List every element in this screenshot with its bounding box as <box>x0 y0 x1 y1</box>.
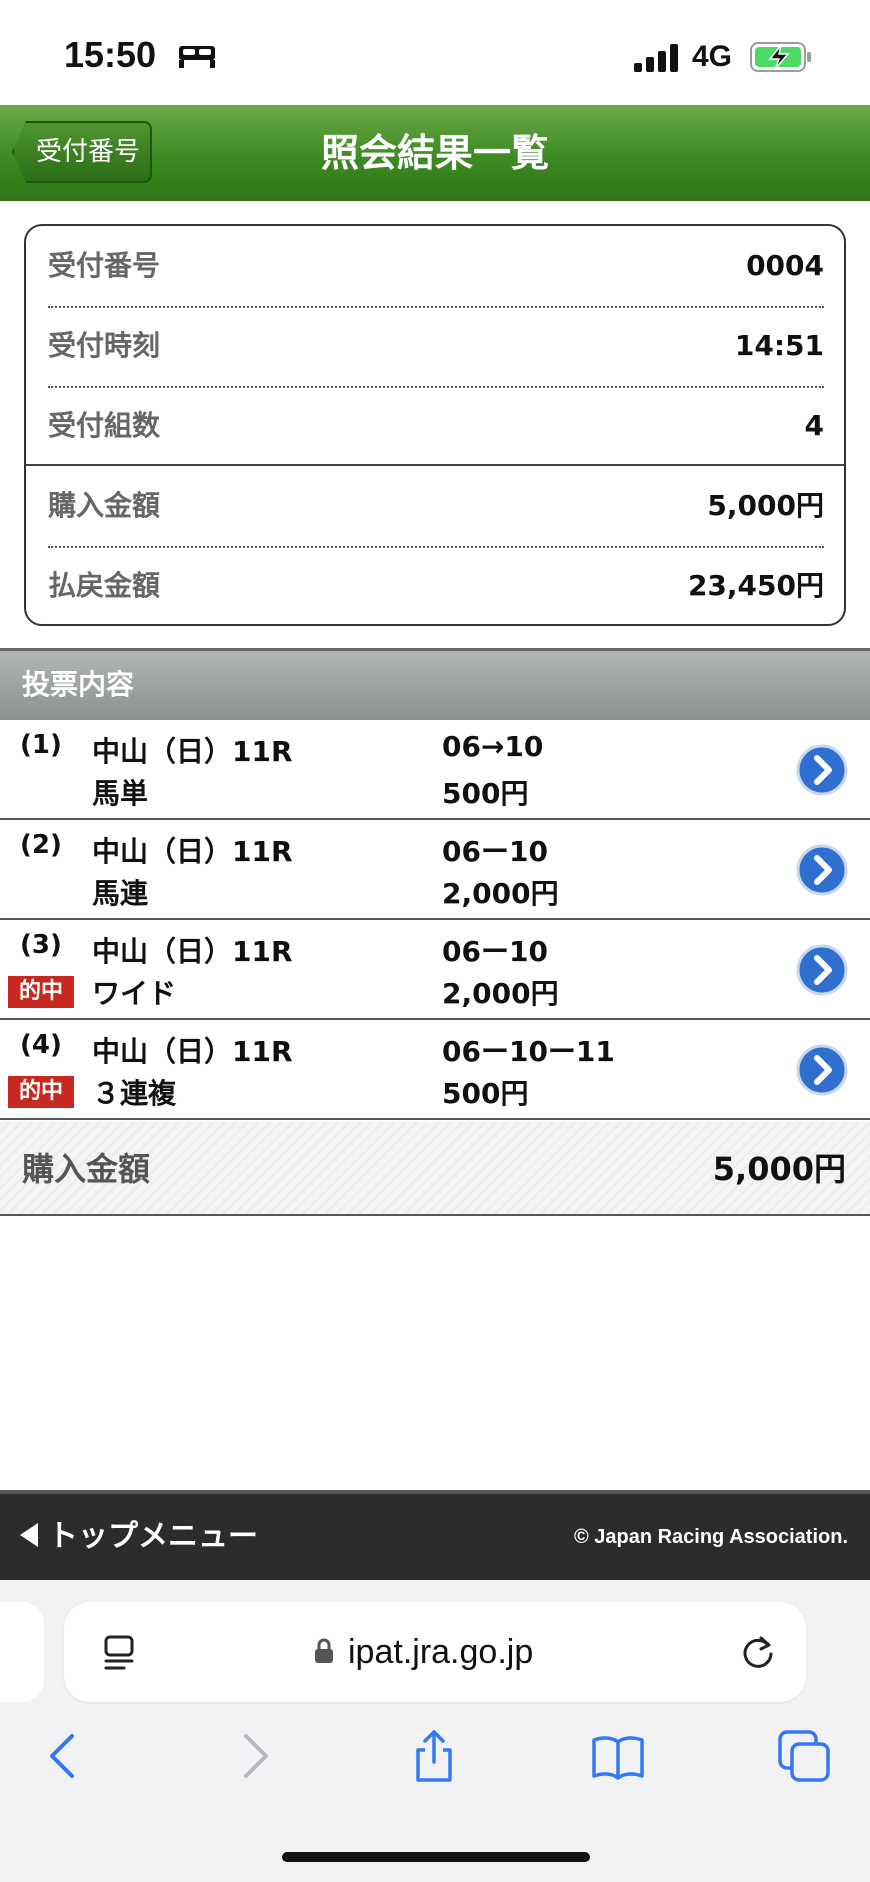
summary-value: 0004 <box>746 249 824 282</box>
back-button[interactable]: 受付番号 <box>12 121 152 183</box>
signal-icon <box>634 44 678 72</box>
total-value: 5,000円 <box>712 1150 846 1188</box>
summary-label: 受付番号 <box>48 249 161 282</box>
copyright: © Japan Racing Association. <box>573 1526 848 1548</box>
vote-combination: 06ー10ー11 <box>442 1035 615 1068</box>
vote-item[interactable]: (1) 中山（日）11R 馬単 06→10 500円 <box>0 720 870 820</box>
address-bar[interactable]: ipat.jra.go.jp <box>64 1602 806 1702</box>
summary-row-receipt-number: 受付番号 0004 <box>48 226 824 306</box>
vote-index: (2) <box>20 830 62 860</box>
summary-value: 23,450円 <box>687 569 824 602</box>
reader-icon[interactable] <box>102 1634 140 1672</box>
vote-race: 中山（日）11R <box>92 835 293 868</box>
lock-icon <box>315 1638 333 1663</box>
forward-icon[interactable] <box>226 1728 282 1784</box>
chevron-right-icon[interactable] <box>796 844 848 896</box>
summary-value: 5,000円 <box>707 489 824 522</box>
summary-row-payout-amount: 払戻金額 23,450円 <box>48 546 824 626</box>
vote-bet-type: 馬連 <box>92 877 149 910</box>
previous-tab-peek[interactable] <box>0 1602 44 1702</box>
hit-badge: 的中 <box>8 1076 74 1108</box>
summary-label: 払戻金額 <box>48 569 161 602</box>
battery-icon <box>750 42 811 72</box>
chevron-right-icon[interactable] <box>796 744 848 796</box>
vote-amount: 500円 <box>442 777 529 810</box>
vote-amount: 2,000円 <box>442 877 559 910</box>
vote-race: 中山（日）11R <box>92 735 293 768</box>
vote-bet-type: ３連複 <box>92 1077 177 1110</box>
summary-value: 4 <box>804 409 824 442</box>
summary-label: 受付時刻 <box>48 329 161 362</box>
vote-race: 中山（日）11R <box>92 935 293 968</box>
back-icon[interactable] <box>36 1728 92 1784</box>
vote-amount: 2,000円 <box>442 977 559 1010</box>
vote-index: (4) <box>20 1030 62 1060</box>
summary-card: 受付番号 0004 受付時刻 14:51 受付組数 4 購入金額 5,000円 … <box>24 224 846 626</box>
vote-item[interactable]: (2) 中山（日）11R 馬連 06ー10 2,000円 <box>0 820 870 920</box>
vote-item[interactable]: (3) 的中 中山（日）11R ワイド 06ー10 2,000円 <box>0 920 870 1020</box>
summary-row-bet-count: 受付組数 4 <box>48 386 824 466</box>
status-time: 15:50 <box>64 34 157 75</box>
browser-toolbar: ipat.jra.go.jp <box>0 1580 870 1882</box>
share-icon[interactable] <box>406 1728 462 1784</box>
vote-index: (3) <box>20 930 62 960</box>
app-header: 照会結果一覧 受付番号 <box>0 105 870 201</box>
summary-row-purchase-amount: 購入金額 5,000円 <box>48 466 824 546</box>
vote-index: (1) <box>20 730 62 760</box>
summary-value: 14:51 <box>734 329 824 362</box>
vote-bet-type: ワイド <box>92 977 177 1010</box>
network-label: 4G <box>692 40 733 73</box>
total-bar: 購入金額 5,000円 <box>0 1122 870 1216</box>
home-indicator <box>282 1852 590 1862</box>
chevron-right-icon[interactable] <box>796 1044 848 1096</box>
hit-badge: 的中 <box>8 976 74 1008</box>
vote-combination: 06ー10 <box>442 835 548 868</box>
vote-combination: 06→10 <box>442 730 544 763</box>
reload-icon[interactable] <box>738 1632 778 1672</box>
section-header-vote-contents: 投票内容 <box>0 648 870 720</box>
status-bar: 15:50 4G <box>0 0 870 105</box>
summary-label: 受付組数 <box>48 409 161 442</box>
vote-bet-type: 馬単 <box>92 777 149 810</box>
bed-icon <box>179 46 215 68</box>
top-menu-label: トップメニュー <box>48 1519 258 1554</box>
vote-combination: 06ー10 <box>442 935 548 968</box>
vote-amount: 500円 <box>442 1077 529 1110</box>
chevron-right-icon[interactable] <box>796 944 848 996</box>
top-menu-link[interactable]: トップメニュー <box>20 1494 258 1580</box>
vote-race: 中山（日）11R <box>92 1035 293 1068</box>
footer-bar: トップメニュー © Japan Racing Association. <box>0 1490 870 1580</box>
bookmarks-icon[interactable] <box>590 1728 646 1784</box>
vote-item[interactable]: (4) 的中 中山（日）11R ３連複 06ー10ー11 500円 <box>0 1020 870 1120</box>
triangle-left-icon <box>20 1522 38 1547</box>
url-text: ipat.jra.go.jp <box>348 1633 534 1671</box>
total-label: 購入金額 <box>22 1150 151 1188</box>
summary-row-receipt-time: 受付時刻 14:51 <box>48 306 824 386</box>
summary-label: 購入金額 <box>48 489 161 522</box>
tabs-icon[interactable] <box>776 1728 832 1784</box>
